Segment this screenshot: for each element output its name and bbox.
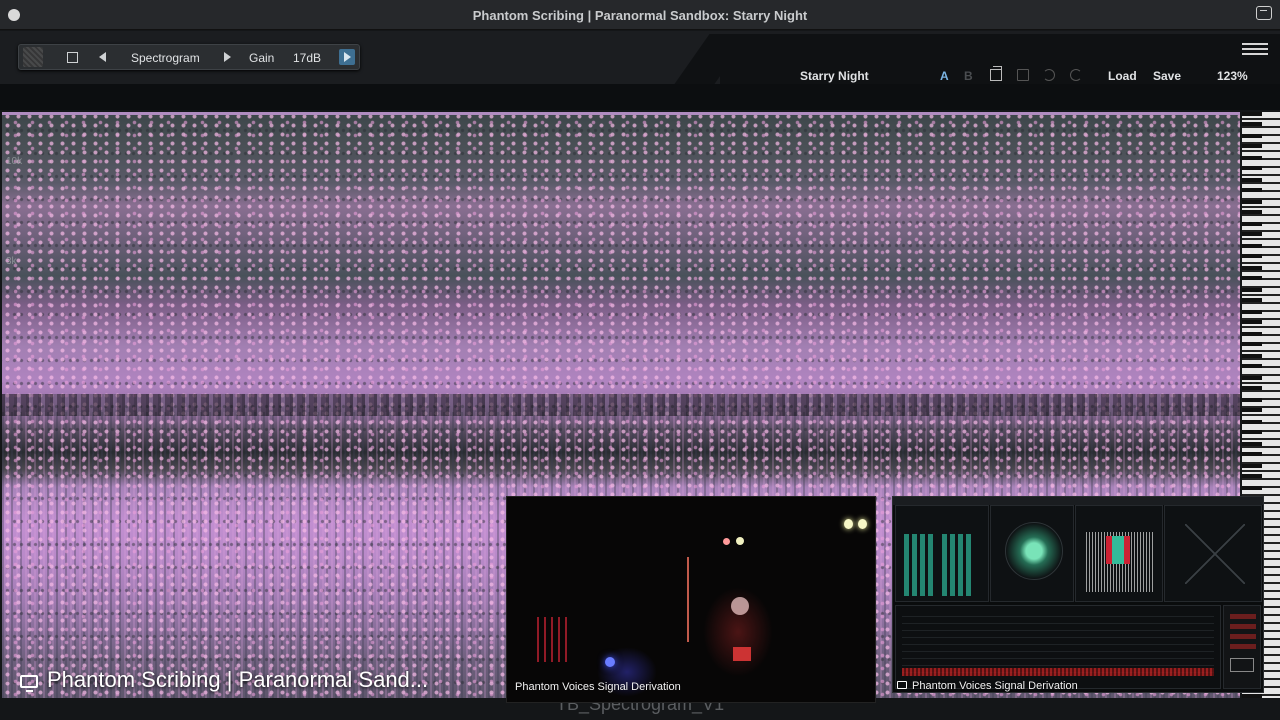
waveform-history (895, 605, 1221, 689)
camera-light (605, 657, 615, 667)
window-titlebar: Phantom Scribing | Paranormal Sandbox: S… (0, 0, 1280, 30)
visualizer-control-bar: Spectrogram Gain 17dB (18, 44, 360, 70)
meter-control-button[interactable] (1230, 614, 1256, 619)
camera-light (844, 519, 853, 529)
camera-light (858, 519, 867, 529)
meter-control-button[interactable] (1230, 624, 1256, 629)
spectrogram-dark-band (2, 394, 1240, 416)
ab-a-button[interactable]: A (940, 69, 949, 83)
save-button[interactable]: Save (1153, 69, 1181, 83)
freq-label: 10k (6, 156, 23, 167)
meter-top-strip (893, 497, 1263, 505)
vectorscope (1005, 522, 1063, 580)
undo-icon[interactable] (1043, 69, 1055, 81)
redo-icon[interactable] (1070, 69, 1082, 81)
meter-control-button[interactable] (1230, 644, 1256, 649)
histogram-panel (1075, 505, 1163, 602)
plugin-logo-icon (23, 47, 43, 67)
vectorscope-panel (990, 505, 1074, 602)
gain-label: Gain (249, 51, 275, 65)
monitor-icon (20, 675, 38, 692)
load-button[interactable]: Load (1108, 69, 1137, 83)
spl-logo (1230, 658, 1254, 672)
camera-light (723, 538, 730, 545)
waveform-trace (902, 668, 1214, 676)
copy-icon[interactable] (990, 66, 1002, 81)
meter-source-text: Phantom Voices Signal Derivation (912, 680, 1078, 692)
freq-label: 3k (6, 256, 17, 267)
camera-red-lights (537, 617, 567, 662)
stream-source-text: Phantom Scribing | Paranormal Sand... (47, 667, 429, 692)
camera-label: Phantom Voices Signal Derivation (515, 681, 681, 693)
fullscreen-icon[interactable] (1256, 6, 1272, 20)
histogram-peak (1106, 536, 1130, 564)
play-button[interactable] (339, 49, 355, 65)
camera-lamp (733, 647, 751, 661)
meter-source-label: Phantom Voices Signal Derivation (897, 680, 1078, 692)
monitor-icon (897, 681, 907, 689)
paste-icon[interactable] (1017, 69, 1029, 81)
visualizer-name[interactable]: Spectrogram (131, 51, 200, 65)
ab-b-button[interactable]: B (964, 69, 973, 83)
correlation-cross (1185, 524, 1245, 584)
prev-visualizer-button[interactable] (99, 52, 106, 62)
camera-pole (687, 557, 689, 642)
camera-feed: Phantom Voices Signal Derivation (506, 496, 876, 703)
spectrogram-top-edge (2, 112, 1240, 115)
meter-panel (892, 496, 1264, 693)
camera-fan (731, 597, 749, 615)
correlation-panel (1164, 505, 1262, 602)
stream-source-label: Phantom Scribing | Paranormal Sand... (20, 667, 428, 693)
camera-light (736, 537, 744, 545)
level-bars (942, 534, 972, 596)
header-underbar (0, 84, 1280, 110)
meter-side-controls (1223, 605, 1261, 689)
level-meter-panel (895, 505, 989, 602)
window-title: Phantom Scribing | Paranormal Sandbox: S… (472, 8, 808, 23)
preset-name[interactable]: Starry Night (800, 69, 869, 83)
zoom-level[interactable]: 123% (1217, 69, 1248, 83)
level-bars (904, 534, 934, 596)
meter-control-button[interactable] (1230, 634, 1256, 639)
menu-hamburger-icon[interactable] (1242, 43, 1268, 55)
next-visualizer-button[interactable] (224, 52, 231, 62)
crop-icon[interactable] (67, 52, 78, 63)
gain-value[interactable]: 17dB (293, 51, 321, 65)
